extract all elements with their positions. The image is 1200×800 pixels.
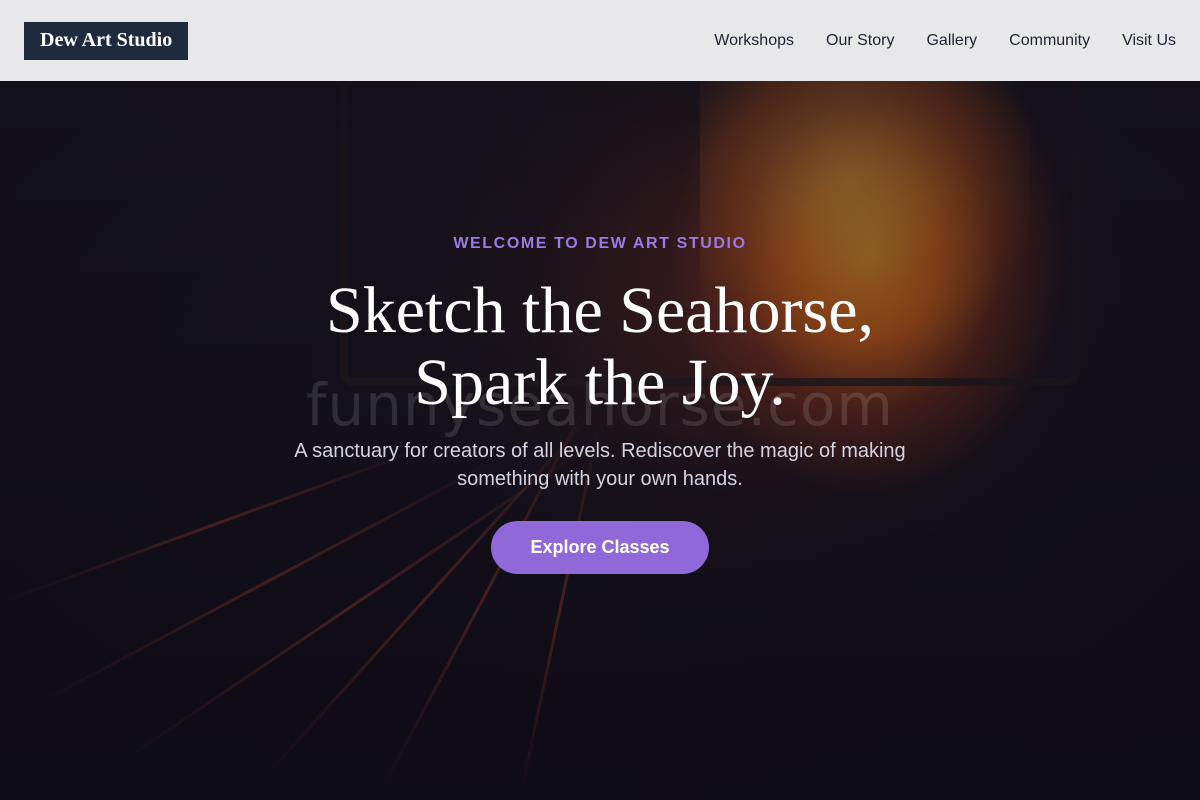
main-nav: Workshops Our Story Gallery Community Vi… — [714, 32, 1176, 50]
headline-line-2: Spark the Joy. — [414, 346, 786, 419]
nav-link-community[interactable]: Community — [1009, 32, 1090, 50]
site-header: Dew Art Studio Workshops Our Story Galle… — [0, 0, 1200, 81]
nav-link-workshops[interactable]: Workshops — [714, 32, 794, 50]
hero-headline: Sketch the Seahorse, Spark the Joy. — [0, 275, 1200, 419]
explore-classes-button[interactable]: Explore Classes — [491, 521, 709, 574]
hero-section: funnyseahorse.com WELCOME TO DEW ART STU… — [0, 81, 1200, 800]
site-logo[interactable]: Dew Art Studio — [24, 21, 189, 60]
nav-link-our-story[interactable]: Our Story — [826, 32, 894, 50]
hero-eyebrow: WELCOME TO DEW ART STUDIO — [453, 235, 747, 252]
headline-line-1: Sketch the Seahorse, — [325, 274, 874, 347]
hero-subtitle: A sanctuary for creators of all levels. … — [294, 440, 906, 490]
nav-link-gallery[interactable]: Gallery — [926, 32, 977, 50]
nav-link-visit-us[interactable]: Visit Us — [1122, 32, 1176, 50]
hero-content: WELCOME TO DEW ART STUDIO Sketch the Sea… — [0, 235, 1200, 574]
